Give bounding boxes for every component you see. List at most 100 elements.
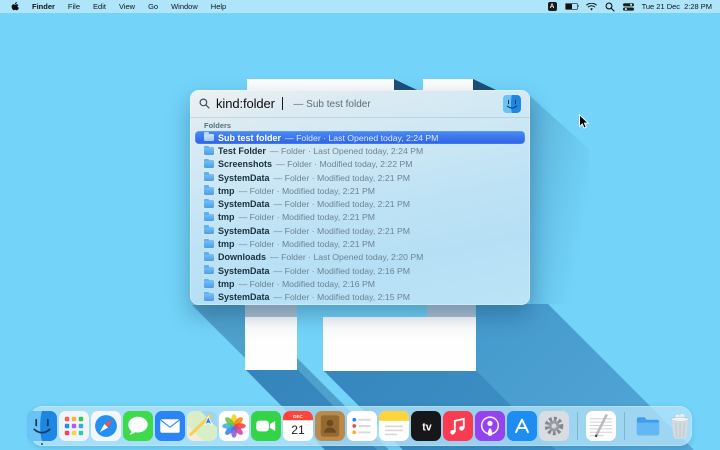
- dock-icon-finder[interactable]: [27, 411, 57, 441]
- folder-icon: [204, 187, 214, 195]
- window-shadow-triangle: [394, 79, 417, 90]
- calendar-month: DEC: [293, 414, 303, 419]
- dock-icon-messages[interactable]: [123, 411, 153, 441]
- apple-menu[interactable]: [11, 2, 19, 11]
- result-name: Downloads: [218, 252, 266, 262]
- folder-icon: [204, 160, 214, 168]
- dock-icon-safari[interactable]: [91, 411, 121, 441]
- folder-icon: [204, 240, 214, 248]
- dock-icon-notes[interactable]: [379, 411, 409, 441]
- dock-icon-contacts[interactable]: [315, 411, 345, 441]
- background-window-shaded: [245, 304, 297, 317]
- result-row[interactable]: tmp — Folder · Modified today, 2:21 PM: [195, 211, 525, 224]
- dock-icon-reminders[interactable]: [347, 411, 377, 441]
- result-name: tmp: [218, 279, 235, 289]
- wifi-icon[interactable]: [586, 3, 597, 11]
- menu-window[interactable]: Window: [171, 2, 198, 11]
- background-window[interactable]: [245, 317, 297, 370]
- dock: DEC 21 tv: [30, 406, 692, 446]
- apple-logo-icon: [11, 2, 19, 11]
- result-name: tmp: [218, 212, 235, 222]
- result-row[interactable]: tmp— Folder · Modified today, 2:16 PM: [195, 277, 525, 290]
- result-row[interactable]: SystemData — Folder · Modified today, 2:1…: [195, 264, 525, 277]
- battery-icon[interactable]: [565, 3, 578, 11]
- result-name: SystemData: [218, 266, 270, 276]
- background-window[interactable]: [247, 79, 394, 90]
- result-row[interactable]: Test Folder — Folder · Last Opened today,…: [195, 144, 525, 157]
- result-detail: — Folder · Last Opened today, 2:20 PM: [270, 252, 423, 262]
- result-name: tmp: [218, 186, 235, 196]
- dock-icon-mail[interactable]: [155, 411, 185, 441]
- dock-icon-tv[interactable]: tv: [411, 411, 441, 441]
- background-window[interactable]: [423, 79, 473, 90]
- result-detail: — Folder · Modified today, 2:21 PM: [239, 239, 375, 249]
- dock-icon-music[interactable]: [443, 411, 473, 441]
- spotlight-panel: kind:folder — Sub test folder Folders Su…: [190, 90, 530, 305]
- dock-icon-app-store[interactable]: [507, 411, 537, 441]
- result-detail: — Folder · Modified today, 2:15 PM: [274, 292, 410, 302]
- dock-divider: [624, 412, 625, 440]
- result-row[interactable]: SystemData — Folder · Modified today, 2:2…: [195, 197, 525, 210]
- input-source-icon[interactable]: A: [548, 2, 557, 11]
- menu-file[interactable]: File: [68, 2, 80, 11]
- result-detail: — Folder · Modified today, 2:21 PM: [274, 199, 410, 209]
- result-name: SystemData: [218, 292, 270, 302]
- result-row[interactable]: Screenshots — Folder · Modified today, 2:…: [195, 158, 525, 171]
- result-row[interactable]: SystemData— Folder · Modified today, 2:2…: [195, 171, 525, 184]
- folder-icon: [204, 267, 214, 275]
- dock-icon-trash[interactable]: [665, 411, 695, 441]
- folder-icon: [204, 200, 214, 208]
- result-detail: — Folder · Modified today, 2:21 PM: [239, 212, 375, 222]
- background-window-shaded: [427, 304, 475, 317]
- result-row[interactable]: Downloads — Folder · Last Opened today, 2…: [195, 251, 525, 264]
- menu-view[interactable]: View: [119, 2, 135, 11]
- result-name: Sub test folder: [218, 133, 281, 143]
- result-row[interactable]: tmp — Folder · Modified today, 2:21 PM: [195, 237, 525, 250]
- search-input[interactable]: kind:folder: [216, 96, 275, 111]
- search-icon: [199, 98, 210, 109]
- dock-icon-system-settings[interactable]: [539, 411, 569, 441]
- dock-icon-textedit[interactable]: [586, 411, 616, 441]
- dock-icon-downloads-folder[interactable]: [633, 411, 663, 441]
- result-detail: — Folder · Last Opened today, 2:24 PM: [270, 146, 423, 156]
- result-row[interactable]: SystemData— Folder · Modified today, 2:2…: [195, 224, 525, 237]
- result-detail: — Folder · Modified today, 2:22 PM: [276, 159, 412, 169]
- dock-icon-launchpad[interactable]: [59, 411, 89, 441]
- menu-finder[interactable]: Finder: [32, 2, 55, 11]
- mouse-cursor: [579, 114, 589, 129]
- section-header: Folders: [190, 118, 530, 131]
- result-row[interactable]: tmp — Folder · Modified today, 2:21 PM: [195, 184, 525, 197]
- menu-go[interactable]: Go: [148, 2, 158, 11]
- folder-icon: [204, 134, 214, 142]
- result-name: SystemData: [218, 199, 270, 209]
- search-completion: — Sub test folder: [293, 99, 370, 110]
- menu-edit[interactable]: Edit: [93, 2, 106, 11]
- tv-label: tv: [422, 421, 432, 433]
- dock-icon-maps[interactable]: [187, 411, 217, 441]
- dock-icon-calendar[interactable]: DEC 21: [283, 411, 313, 441]
- folder-icon: [204, 214, 214, 222]
- background-window[interactable]: [323, 317, 476, 371]
- finder-app-icon[interactable]: [503, 95, 521, 113]
- spotlight-menu-icon[interactable]: [605, 2, 615, 12]
- menu-bar-clock[interactable]: Tue 21 Dec 2:28 PM: [642, 2, 712, 11]
- result-row-selected[interactable]: Sub test folder— Folder · Last Opened to…: [195, 131, 525, 144]
- spotlight-search-bar[interactable]: kind:folder — Sub test folder: [190, 90, 530, 117]
- menu-bar-date: Tue 21 Dec: [642, 2, 681, 11]
- dock-icon-podcasts[interactable]: [475, 411, 505, 441]
- menu-bar-time: 2:28 PM: [684, 2, 712, 11]
- dock-icon-facetime[interactable]: [251, 411, 281, 441]
- menu-help[interactable]: Help: [211, 2, 226, 11]
- result-name: Test Folder: [218, 146, 266, 156]
- control-center-icon[interactable]: [623, 3, 634, 11]
- result-detail: — Folder · Modified today, 2:16 PM: [274, 266, 410, 276]
- result-name: Screenshots: [218, 159, 272, 169]
- results-list: Sub test folder — Folder · Last Opened to…: [190, 131, 530, 304]
- folder-icon: [204, 227, 214, 235]
- result-detail: — Folder · Modified today, 2:21 PM: [239, 186, 375, 196]
- result-name: tmp: [218, 239, 235, 249]
- calendar-day: 21: [291, 423, 305, 437]
- result-name: SystemData: [218, 173, 270, 183]
- dock-icon-photos[interactable]: [219, 411, 249, 441]
- result-row[interactable]: SystemData — Folder · Modified today, 2:1…: [195, 291, 525, 304]
